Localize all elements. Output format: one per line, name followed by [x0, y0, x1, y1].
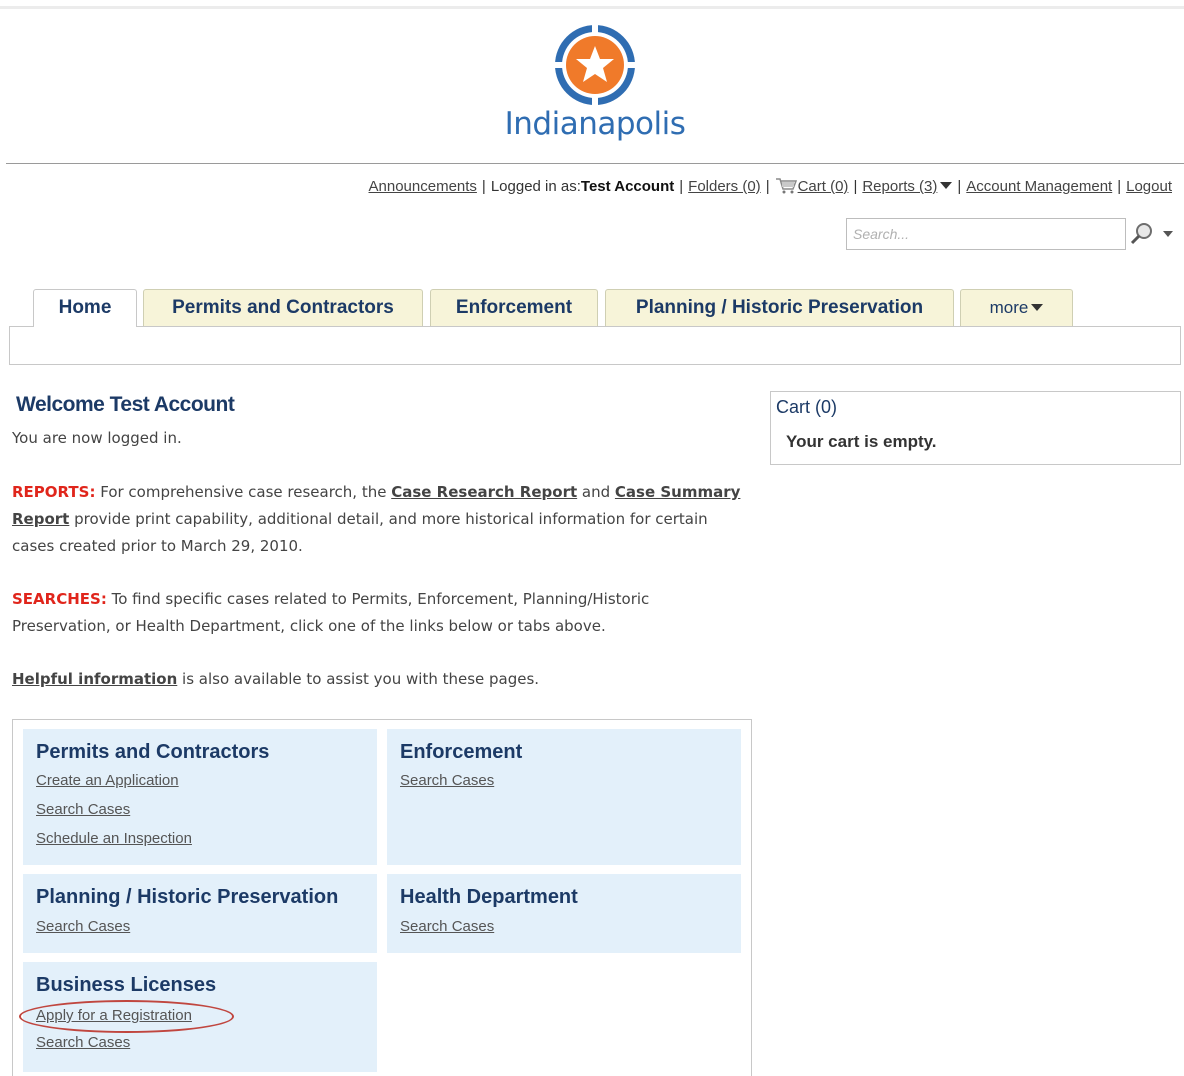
- card-title: Business Licenses: [36, 974, 217, 996]
- logged-in-message: You are now logged in.: [12, 429, 182, 447]
- card-title: Health Department: [400, 886, 578, 908]
- card-title: Planning / Historic Preservation: [36, 886, 339, 908]
- schedule-inspection-link[interactable]: Schedule an Inspection: [36, 830, 192, 847]
- account-management-link[interactable]: Account Management: [966, 178, 1112, 195]
- card-permits-and-contractors: Permits and Contractors Create an Applic…: [23, 729, 377, 865]
- searches-paragraph: SEARCHES: To find specific cases related…: [12, 590, 650, 635]
- apply-for-registration-link[interactable]: Apply for a Registration: [36, 1007, 192, 1024]
- cart-link[interactable]: Cart (0): [798, 178, 849, 195]
- welcome-heading: Welcome Test Account: [16, 393, 235, 416]
- reports-label: REPORTS:: [12, 483, 96, 501]
- cart-icon[interactable]: [775, 177, 797, 198]
- search-input[interactable]: [846, 218, 1126, 250]
- top-rule: [0, 6, 1184, 9]
- logo-text: Indianapolis: [504, 106, 686, 142]
- tab-home[interactable]: Home: [33, 289, 137, 327]
- folders-link[interactable]: Folders (0): [688, 178, 761, 195]
- star-emblem-icon: [552, 22, 638, 108]
- create-application-link[interactable]: Create an Application: [36, 772, 179, 789]
- cart-empty-message: Your cart is empty.: [786, 432, 937, 451]
- card-enforcement: Enforcement Search Cases: [387, 729, 741, 865]
- permits-search-cases-link[interactable]: Search Cases: [36, 801, 130, 818]
- search-options-dropdown-icon[interactable]: [1163, 231, 1173, 237]
- health-search-cases-link[interactable]: Search Cases: [400, 918, 494, 935]
- card-title: Permits and Contractors: [36, 741, 270, 763]
- card-business-licenses: Business Licenses Apply for a Registrati…: [23, 962, 377, 1072]
- case-research-report-link[interactable]: Case Research Report: [391, 483, 577, 501]
- header-divider: [6, 163, 1184, 164]
- cart-panel-title: Cart (0): [776, 397, 838, 417]
- tab-enforcement[interactable]: Enforcement: [430, 289, 598, 326]
- utility-bar: Announcements | Logged in as:Test Account |…: [369, 177, 1172, 198]
- searches-label: SEARCHES:: [12, 590, 107, 608]
- card-health-department: Health Department Search Cases: [387, 874, 741, 953]
- planning-search-cases-link[interactable]: Search Cases: [36, 918, 130, 935]
- reports-paragraph: REPORTS: For comprehensive case research…: [12, 483, 741, 555]
- tab-more[interactable]: more: [960, 289, 1073, 326]
- indianapolis-logo[interactable]: Indianapolis: [480, 22, 710, 152]
- logout-link[interactable]: Logout: [1126, 178, 1172, 195]
- reports-dropdown-icon[interactable]: [940, 182, 953, 189]
- cart-panel: Cart (0) Your cart is empty.: [770, 391, 1181, 465]
- reports-link[interactable]: Reports (3): [862, 178, 937, 195]
- card-title: Enforcement: [400, 741, 523, 763]
- enforcement-search-cases-link[interactable]: Search Cases: [400, 772, 494, 789]
- tab-planning-historic-preservation[interactable]: Planning / Historic Preservation: [605, 289, 954, 326]
- helpful-information-link[interactable]: Helpful information: [12, 670, 177, 688]
- account-name: Test Account: [580, 178, 675, 195]
- tab-more-label: more: [989, 298, 1029, 317]
- search-magnifier-icon[interactable]: [1130, 222, 1154, 246]
- card-planning-historic-preservation: Planning / Historic Preservation Search …: [23, 874, 377, 953]
- tab-content-panel: [9, 326, 1181, 365]
- logged-in-label: Logged in as:: [490, 178, 581, 195]
- tab-permits-and-contractors[interactable]: Permits and Contractors: [143, 289, 423, 326]
- announcements-link[interactable]: Announcements: [369, 178, 477, 195]
- more-dropdown-icon: [1031, 304, 1044, 311]
- business-search-cases-link[interactable]: Search Cases: [36, 1034, 130, 1051]
- helpful-paragraph: Helpful information is also available to…: [12, 670, 540, 688]
